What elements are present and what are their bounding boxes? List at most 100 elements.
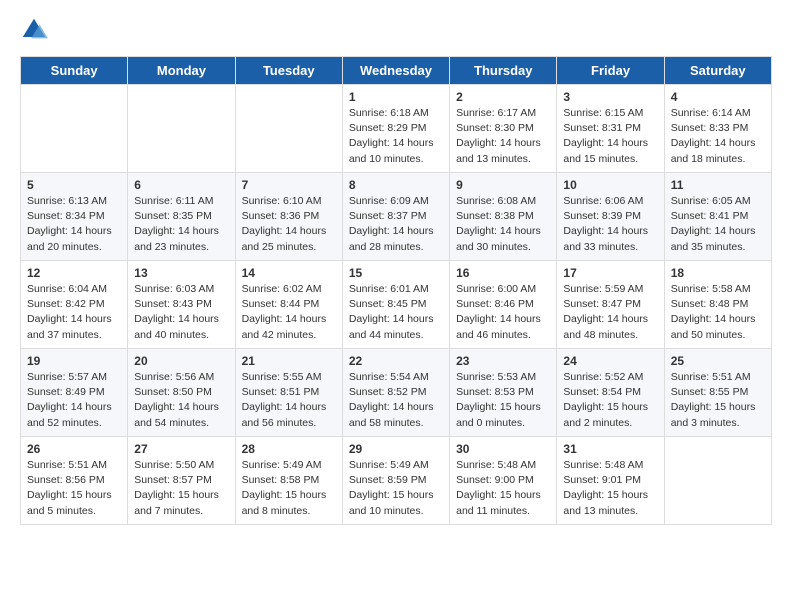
day-info: Sunrise: 6:18 AM Sunset: 8:29 PM Dayligh… xyxy=(349,106,443,167)
day-number: 30 xyxy=(456,442,550,456)
day-number: 14 xyxy=(242,266,336,280)
day-info: Sunrise: 5:51 AM Sunset: 8:56 PM Dayligh… xyxy=(27,458,121,519)
day-number: 3 xyxy=(563,90,657,104)
day-info: Sunrise: 5:52 AM Sunset: 8:54 PM Dayligh… xyxy=(563,370,657,431)
calendar-cell: 26 Sunrise: 5:51 AM Sunset: 8:56 PM Dayli… xyxy=(21,437,128,525)
day-of-week-header: Saturday xyxy=(664,57,771,85)
day-number: 20 xyxy=(134,354,228,368)
calendar-cell: 31 Sunrise: 5:48 AM Sunset: 9:01 PM Dayli… xyxy=(557,437,664,525)
calendar-cell xyxy=(664,437,771,525)
day-info: Sunrise: 5:56 AM Sunset: 8:50 PM Dayligh… xyxy=(134,370,228,431)
day-of-week-header: Sunday xyxy=(21,57,128,85)
day-info: Sunrise: 5:49 AM Sunset: 8:59 PM Dayligh… xyxy=(349,458,443,519)
day-number: 5 xyxy=(27,178,121,192)
day-info: Sunrise: 6:02 AM Sunset: 8:44 PM Dayligh… xyxy=(242,282,336,343)
day-info: Sunrise: 5:51 AM Sunset: 8:55 PM Dayligh… xyxy=(671,370,765,431)
calendar-cell: 9 Sunrise: 6:08 AM Sunset: 8:38 PM Daylig… xyxy=(450,173,557,261)
calendar-cell: 8 Sunrise: 6:09 AM Sunset: 8:37 PM Daylig… xyxy=(342,173,449,261)
calendar-cell: 28Sunrise: 5:49 AM Sunset: 8:58 PM Dayli… xyxy=(235,437,342,525)
day-info: Sunrise: 5:57 AM Sunset: 8:49 PM Dayligh… xyxy=(27,370,121,431)
day-number: 9 xyxy=(456,178,550,192)
calendar-cell: 12Sunrise: 6:04 AM Sunset: 8:42 PM Dayli… xyxy=(21,261,128,349)
day-info: Sunrise: 5:53 AM Sunset: 8:53 PM Dayligh… xyxy=(456,370,550,431)
calendar-week-row: 1 Sunrise: 6:18 AM Sunset: 8:29 PM Daylig… xyxy=(21,85,772,173)
day-number: 1 xyxy=(349,90,443,104)
calendar-cell: 23 Sunrise: 5:53 AM Sunset: 8:53 PM Dayli… xyxy=(450,349,557,437)
day-number: 21 xyxy=(242,354,336,368)
calendar-cell: 21 Sunrise: 5:55 AM Sunset: 8:51 PM Dayli… xyxy=(235,349,342,437)
calendar-cell: 3 Sunrise: 6:15 AM Sunset: 8:31 PM Daylig… xyxy=(557,85,664,173)
day-info: Sunrise: 5:59 AM Sunset: 8:47 PM Dayligh… xyxy=(563,282,657,343)
calendar-cell: 20 Sunrise: 5:56 AM Sunset: 8:50 PM Dayli… xyxy=(128,349,235,437)
day-number: 7 xyxy=(242,178,336,192)
calendar-cell: 15Sunrise: 6:01 AM Sunset: 8:45 PM Dayli… xyxy=(342,261,449,349)
calendar-cell: 19 Sunrise: 5:57 AM Sunset: 8:49 PM Dayli… xyxy=(21,349,128,437)
day-number: 18 xyxy=(671,266,765,280)
day-number: 24 xyxy=(563,354,657,368)
page-header xyxy=(20,16,772,44)
day-number: 6 xyxy=(134,178,228,192)
day-number: 19 xyxy=(27,354,121,368)
calendar-cell: 18 Sunrise: 5:58 AM Sunset: 8:48 PM Dayli… xyxy=(664,261,771,349)
day-info: Sunrise: 5:48 AM Sunset: 9:01 PM Dayligh… xyxy=(563,458,657,519)
calendar-cell: 11Sunrise: 6:05 AM Sunset: 8:41 PM Dayli… xyxy=(664,173,771,261)
day-of-week-header: Friday xyxy=(557,57,664,85)
day-number: 26 xyxy=(27,442,121,456)
day-number: 4 xyxy=(671,90,765,104)
day-info: Sunrise: 6:11 AM Sunset: 8:35 PM Dayligh… xyxy=(134,194,228,255)
day-of-week-header: Wednesday xyxy=(342,57,449,85)
logo-icon xyxy=(20,16,48,44)
day-number: 25 xyxy=(671,354,765,368)
day-number: 2 xyxy=(456,90,550,104)
day-info: Sunrise: 6:17 AM Sunset: 8:30 PM Dayligh… xyxy=(456,106,550,167)
calendar-cell xyxy=(21,85,128,173)
calendar-week-row: 12Sunrise: 6:04 AM Sunset: 8:42 PM Dayli… xyxy=(21,261,772,349)
day-info: Sunrise: 6:09 AM Sunset: 8:37 PM Dayligh… xyxy=(349,194,443,255)
day-number: 31 xyxy=(563,442,657,456)
calendar-cell xyxy=(235,85,342,173)
calendar-week-row: 26 Sunrise: 5:51 AM Sunset: 8:56 PM Dayli… xyxy=(21,437,772,525)
day-number: 27 xyxy=(134,442,228,456)
day-info: Sunrise: 5:48 AM Sunset: 9:00 PM Dayligh… xyxy=(456,458,550,519)
day-number: 22 xyxy=(349,354,443,368)
calendar-cell: 6 Sunrise: 6:11 AM Sunset: 8:35 PM Daylig… xyxy=(128,173,235,261)
day-info: Sunrise: 6:10 AM Sunset: 8:36 PM Dayligh… xyxy=(242,194,336,255)
day-info: Sunrise: 6:15 AM Sunset: 8:31 PM Dayligh… xyxy=(563,106,657,167)
calendar-cell: 14 Sunrise: 6:02 AM Sunset: 8:44 PM Dayli… xyxy=(235,261,342,349)
calendar-cell: 25 Sunrise: 5:51 AM Sunset: 8:55 PM Dayli… xyxy=(664,349,771,437)
calendar-cell: 7 Sunrise: 6:10 AM Sunset: 8:36 PM Daylig… xyxy=(235,173,342,261)
calendar-cell: 22Sunrise: 5:54 AM Sunset: 8:52 PM Dayli… xyxy=(342,349,449,437)
calendar-table: SundayMondayTuesdayWednesdayThursdayFrid… xyxy=(20,56,772,525)
day-number: 11 xyxy=(671,178,765,192)
day-info: Sunrise: 6:06 AM Sunset: 8:39 PM Dayligh… xyxy=(563,194,657,255)
calendar-cell: 30 Sunrise: 5:48 AM Sunset: 9:00 PM Dayli… xyxy=(450,437,557,525)
calendar-cell: 29 Sunrise: 5:49 AM Sunset: 8:59 PM Dayli… xyxy=(342,437,449,525)
calendar-cell: 27 Sunrise: 5:50 AM Sunset: 8:57 PM Dayli… xyxy=(128,437,235,525)
calendar-cell: 13 Sunrise: 6:03 AM Sunset: 8:43 PM Dayli… xyxy=(128,261,235,349)
day-number: 13 xyxy=(134,266,228,280)
calendar-cell: 16Sunrise: 6:00 AM Sunset: 8:46 PM Dayli… xyxy=(450,261,557,349)
day-info: Sunrise: 5:55 AM Sunset: 8:51 PM Dayligh… xyxy=(242,370,336,431)
day-info: Sunrise: 6:13 AM Sunset: 8:34 PM Dayligh… xyxy=(27,194,121,255)
day-number: 12 xyxy=(27,266,121,280)
day-of-week-header: Tuesday xyxy=(235,57,342,85)
day-info: Sunrise: 5:50 AM Sunset: 8:57 PM Dayligh… xyxy=(134,458,228,519)
day-of-week-header: Thursday xyxy=(450,57,557,85)
calendar-cell: 5 Sunrise: 6:13 AM Sunset: 8:34 PM Daylig… xyxy=(21,173,128,261)
day-info: Sunrise: 6:08 AM Sunset: 8:38 PM Dayligh… xyxy=(456,194,550,255)
day-info: Sunrise: 6:01 AM Sunset: 8:45 PM Dayligh… xyxy=(349,282,443,343)
calendar-week-row: 5 Sunrise: 6:13 AM Sunset: 8:34 PM Daylig… xyxy=(21,173,772,261)
day-info: Sunrise: 6:03 AM Sunset: 8:43 PM Dayligh… xyxy=(134,282,228,343)
day-number: 8 xyxy=(349,178,443,192)
day-number: 10 xyxy=(563,178,657,192)
day-number: 28 xyxy=(242,442,336,456)
calendar-cell: 2 Sunrise: 6:17 AM Sunset: 8:30 PM Daylig… xyxy=(450,85,557,173)
day-number: 29 xyxy=(349,442,443,456)
calendar-cell: 10 Sunrise: 6:06 AM Sunset: 8:39 PM Dayli… xyxy=(557,173,664,261)
day-number: 17 xyxy=(563,266,657,280)
calendar-cell: 24 Sunrise: 5:52 AM Sunset: 8:54 PM Dayli… xyxy=(557,349,664,437)
day-number: 23 xyxy=(456,354,550,368)
day-info: Sunrise: 5:58 AM Sunset: 8:48 PM Dayligh… xyxy=(671,282,765,343)
day-info: Sunrise: 6:14 AM Sunset: 8:33 PM Dayligh… xyxy=(671,106,765,167)
calendar-header-row: SundayMondayTuesdayWednesdayThursdayFrid… xyxy=(21,57,772,85)
